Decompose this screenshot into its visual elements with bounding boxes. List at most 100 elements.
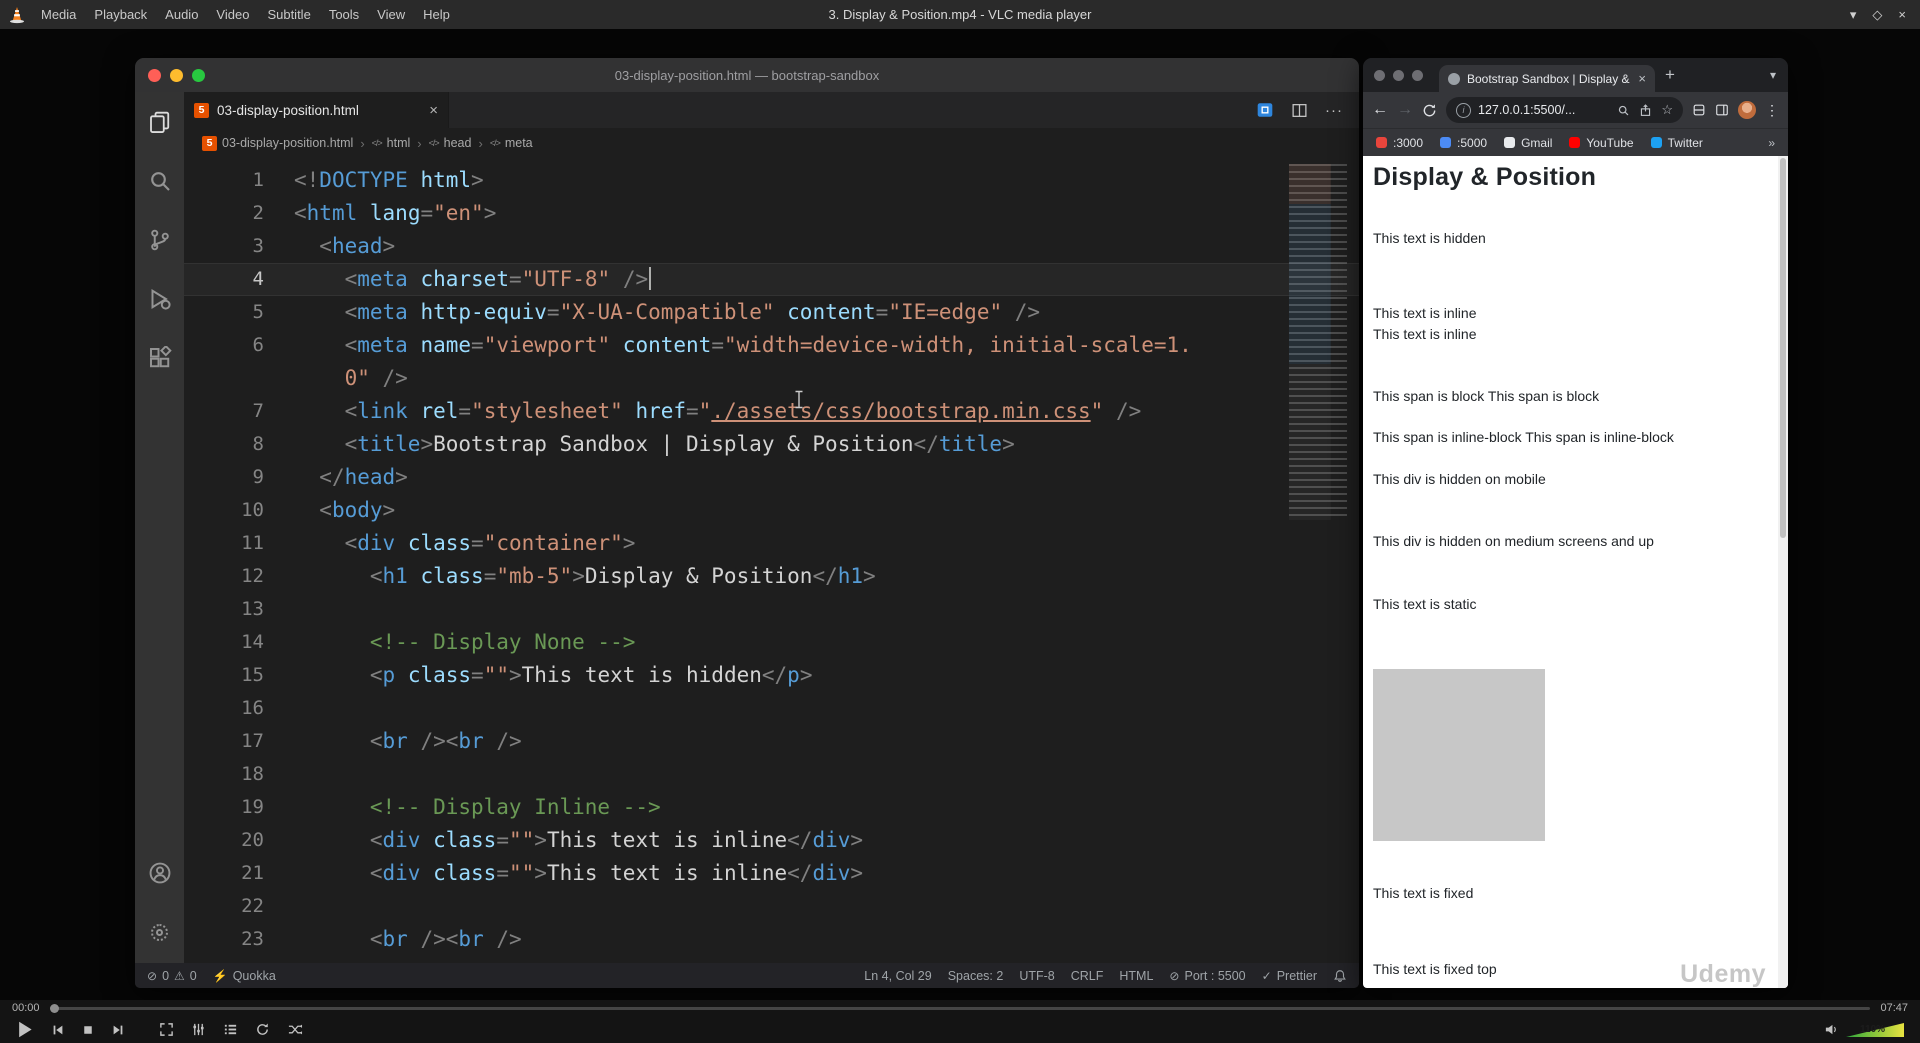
code-line[interactable]: 23 <br /><br /> [184,923,1359,956]
bookmark-3000[interactable]: :3000 [1376,136,1423,150]
language-mode[interactable]: HTML [1119,969,1153,983]
vlc-menu-video[interactable]: Video [207,0,258,29]
indentation[interactable]: Spaces: 2 [948,969,1004,983]
run-debug-icon[interactable] [147,286,173,312]
vlc-menu-media[interactable]: Media [32,0,85,29]
vlc-menu-view[interactable]: View [368,0,414,29]
encoding[interactable]: UTF-8 [1019,969,1054,983]
bookmark-star-icon[interactable]: ☆ [1661,102,1673,118]
breadcrumb-item[interactable]: head [429,136,472,150]
zoom-icon[interactable] [1617,104,1630,117]
bookmark-twitter[interactable]: Twitter [1650,136,1703,150]
live-server-port[interactable]: ⊘ Port : 5500 [1169,969,1245,983]
new-tab-button[interactable]: + [1665,65,1675,85]
open-preview-icon[interactable] [1256,101,1274,119]
code-line[interactable]: 1 <!DOCTYPE html> [184,164,1359,197]
vlc-menu-subtitle[interactable]: Subtitle [258,0,319,29]
vlc-menu-audio[interactable]: Audio [156,0,207,29]
volume-slider[interactable]: 110% [1846,1022,1904,1037]
page-scrollbar[interactable] [1778,156,1788,988]
bookmarks-overflow-icon[interactable]: » [1768,136,1775,150]
speaker-icon[interactable] [1824,1022,1839,1037]
next-button[interactable] [104,1016,132,1043]
tab-search-icon[interactable]: ▾ [1770,68,1788,82]
back-button[interactable]: ← [1372,101,1388,119]
loop-button[interactable] [248,1016,277,1043]
profile-avatar[interactable] [1738,101,1756,119]
source-control-icon[interactable] [147,227,173,253]
forward-button[interactable]: → [1397,101,1413,119]
side-panel-icon[interactable] [1715,103,1729,117]
quokka-status[interactable]: ⚡ Quokka [213,969,276,983]
seek-handle[interactable] [49,1003,59,1013]
code-line[interactable]: 20 <div class="">This text is inline</di… [184,824,1359,857]
bookmark-youtube[interactable]: YouTube [1569,136,1634,150]
close-window-button[interactable] [148,68,161,82]
seek-slider[interactable] [49,1003,1871,1013]
minimize-window-button[interactable] [1393,69,1404,81]
code-line[interactable]: 15 <p class="">This text is hidden</p> [184,659,1359,692]
breadcrumb-item[interactable]: 03-display-position.html [202,135,353,151]
code-line[interactable]: 19 <!-- Display Inline --> [184,791,1359,824]
vlc-menu-help[interactable]: Help [414,0,459,29]
prettier-status[interactable]: ✓ Prettier [1262,969,1317,983]
close-icon[interactable]: × [1898,7,1906,22]
eol-sequence[interactable]: CRLF [1071,969,1104,983]
code-line[interactable]: 3 <head> [184,230,1359,263]
code-line[interactable]: 5 <meta http-equiv="X-UA-Compatible" con… [184,296,1359,329]
address-bar[interactable]: i 127.0.0.1:5500/... ☆ [1446,97,1683,123]
extensions-icon[interactable] [1692,103,1706,117]
code-line[interactable]: 9 </head> [184,461,1359,494]
minimize-window-button[interactable] [170,68,183,82]
code-line[interactable]: 18 [184,758,1359,791]
code-line[interactable]: 4 <meta charset="UTF-8" /> [184,263,1359,296]
problems-indicator[interactable]: ⊘ 0 ⚠ 0 [147,969,197,983]
bookmark-gmail[interactable]: Gmail [1504,136,1552,150]
scrollbar-thumb[interactable] [1780,158,1786,538]
code-line[interactable]: 22 [184,890,1359,923]
tab-close-icon[interactable]: × [429,102,438,119]
settings-gear-icon[interactable] [147,919,173,945]
chrome-menu-icon[interactable]: ⋮ [1765,102,1779,119]
more-actions-icon[interactable]: ··· [1325,102,1343,119]
explorer-icon[interactable] [147,109,173,135]
bookmark-5000[interactable]: :5000 [1440,136,1487,150]
code-editor[interactable]: 1 <!DOCTYPE html> 2 <html lang="en"> 3 <head… [184,158,1359,963]
zoom-window-button[interactable] [1412,69,1423,81]
maximize-icon[interactable]: ◇ [1872,7,1882,23]
code-line[interactable]: 7 <link rel="stylesheet" href="./assets/… [184,395,1359,428]
search-icon[interactable] [147,168,173,194]
code-line[interactable]: 17 <br /><br /> [184,725,1359,758]
reload-button[interactable] [1422,103,1437,118]
code-line[interactable]: 13 [184,593,1359,626]
breadcrumb-item[interactable]: meta [490,136,533,150]
tab-close-icon[interactable]: × [1638,71,1646,86]
minimize-icon[interactable]: ▾ [1850,7,1857,23]
share-icon[interactable] [1639,103,1652,117]
code-line[interactable]: 2 <html lang="en"> [184,197,1359,230]
extended-settings-button[interactable] [184,1016,213,1043]
code-line[interactable]: 14 <!-- Display None --> [184,626,1359,659]
code-line[interactable]: 0" /> [184,362,1359,395]
split-editor-icon[interactable] [1291,102,1308,119]
vlc-menu-tools[interactable]: Tools [320,0,368,29]
vlc-menu-playback[interactable]: Playback [85,0,156,29]
breadcrumb-item[interactable]: html [372,136,411,150]
site-info-icon[interactable]: i [1456,102,1471,118]
cursor-position[interactable]: Ln 4, Col 29 [864,969,931,983]
random-button[interactable] [280,1016,310,1043]
code-line[interactable]: 16 [184,692,1359,725]
notifications-bell-icon[interactable] [1333,969,1347,983]
fullscreen-button[interactable] [152,1016,181,1043]
stop-button[interactable] [75,1016,101,1043]
previous-button[interactable] [44,1016,72,1043]
vscode-titlebar[interactable]: 03-display-position.html — bootstrap-san… [135,58,1359,92]
video-frame[interactable]: 03-display-position.html — bootstrap-san… [0,29,1920,1000]
play-button[interactable] [8,1016,41,1043]
code-line[interactable]: 10 <body> [184,494,1359,527]
zoom-window-button[interactable] [192,68,205,82]
extensions-icon[interactable] [147,345,173,371]
code-line[interactable]: 8 <title>Bootstrap Sandbox | Display & P… [184,428,1359,461]
code-line[interactable]: 12 <h1 class="mb-5">Display & Position</… [184,560,1359,593]
code-line[interactable]: 11 <div class="container"> [184,527,1359,560]
